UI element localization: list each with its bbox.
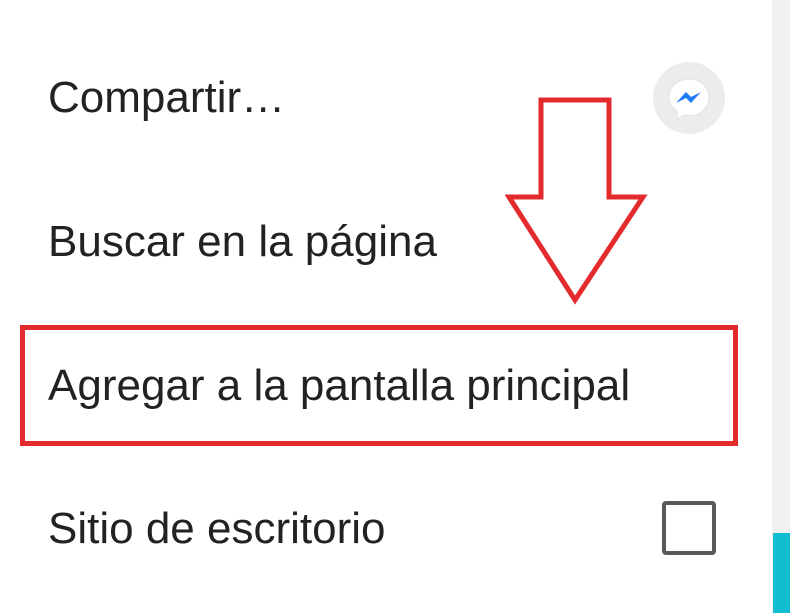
- menu-item-find-in-page[interactable]: Buscar en la página: [48, 220, 437, 264]
- page-edge: [772, 0, 790, 613]
- menu-item-add-to-home-screen[interactable]: Agregar a la pantalla principal: [48, 364, 630, 408]
- menu-item-share[interactable]: Compartir…: [48, 76, 285, 120]
- background-page-accent: [773, 533, 790, 613]
- desktop-site-checkbox[interactable]: [662, 501, 716, 555]
- down-arrow-icon: [505, 97, 648, 305]
- chrome-overflow-menu: Compartir… Buscar en la página Agregar a…: [0, 0, 790, 613]
- menu-item-desktop-site[interactable]: Sitio de escritorio: [48, 507, 385, 551]
- messenger-icon[interactable]: [653, 62, 725, 134]
